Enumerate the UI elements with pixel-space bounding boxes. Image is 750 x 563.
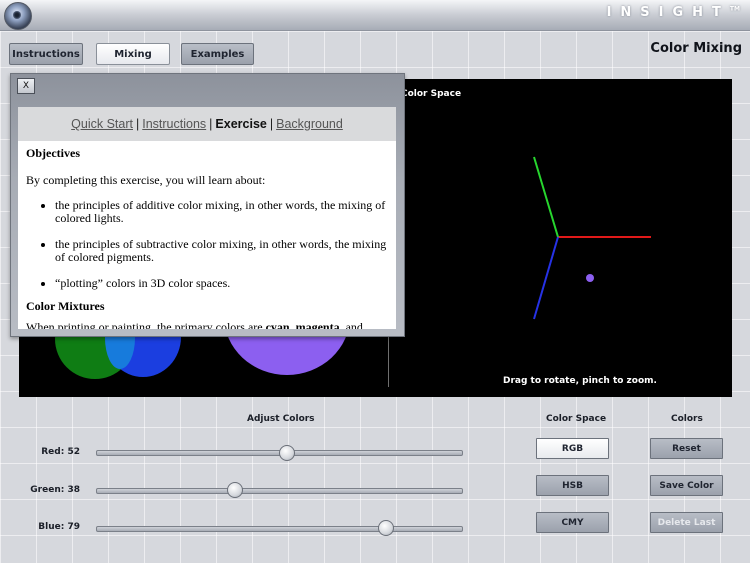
rgb-button[interactable]: RGB — [536, 438, 609, 459]
green-value: 38 — [67, 485, 80, 495]
link-exercise: Exercise — [215, 117, 267, 131]
brand-text: INSIGHT — [606, 5, 730, 20]
link-separator: | — [136, 117, 140, 131]
link-background[interactable]: Background — [276, 117, 343, 131]
link-quick-start[interactable]: Quick Start — [71, 117, 133, 131]
blue-slider-track[interactable] — [96, 526, 463, 532]
para-text: , and — [339, 320, 363, 329]
reset-button[interactable]: Reset — [650, 438, 723, 459]
green-slider-label: Green: 38 — [0, 485, 80, 495]
instructions-panel: X Quick Start | Instructions | Exercise … — [10, 73, 405, 337]
link-separator: | — [269, 117, 274, 131]
color-space-section-label: Color Space — [546, 414, 607, 424]
red-slider-thumb[interactable] — [278, 445, 295, 461]
blue-axis — [533, 236, 559, 320]
colors-section-label: Colors — [671, 414, 703, 424]
objectives-intro: By completing this exercise, you will le… — [26, 173, 266, 187]
top-bar: INSIGHTTM — [0, 0, 750, 31]
brand-logo: INSIGHTTM — [607, 5, 740, 20]
save-color-button[interactable]: Save Color — [650, 475, 723, 496]
adjust-colors-label: Adjust Colors — [247, 414, 315, 424]
tab-instructions[interactable]: Instructions — [9, 43, 83, 65]
list-item: the principles of additive color mixing,… — [55, 199, 388, 225]
green-slider-track[interactable] — [96, 488, 463, 494]
page-title: Color Mixing — [650, 41, 742, 56]
panel-content[interactable]: Objectives By completing this exercise, … — [18, 141, 396, 329]
green-axis — [533, 156, 559, 238]
blue-value: 79 — [67, 522, 80, 532]
red-slider-label: Red: 52 — [0, 447, 80, 457]
para-cyan: cyan — [265, 320, 290, 329]
red-label: Red: — [41, 447, 65, 457]
objectives-list: the principles of additive color mixing,… — [26, 199, 388, 290]
list-item: “plotting” colors in 3D color spaces. — [55, 277, 388, 290]
color-mixtures-heading: Color Mixtures — [26, 299, 105, 313]
red-value: 52 — [67, 447, 80, 457]
trademark: TM — [729, 5, 740, 13]
para-text: When printing or painting, the primary c… — [26, 320, 266, 329]
tab-mixing[interactable]: Mixing — [96, 43, 170, 65]
tab-examples[interactable]: Examples — [181, 43, 254, 65]
link-instructions[interactable]: Instructions — [142, 117, 206, 131]
color-point[interactable] — [586, 274, 594, 282]
blue-label: Blue: — [38, 522, 65, 532]
green-label: Green: — [30, 485, 65, 495]
cmy-button[interactable]: CMY — [536, 512, 609, 533]
objectives-heading: Objectives — [26, 146, 80, 160]
link-separator: | — [209, 117, 213, 131]
blue-slider-label: Blue: 79 — [0, 522, 80, 532]
blue-slider-thumb[interactable] — [377, 520, 394, 536]
para-magenta: magenta — [295, 320, 340, 329]
list-item: the principles of subtractive color mixi… — [55, 238, 388, 264]
delete-last-button[interactable]: Delete Last — [650, 512, 723, 533]
color-mixtures-paragraph: When printing or painting, the primary c… — [26, 320, 388, 329]
app-logo-icon[interactable] — [4, 2, 32, 30]
close-panel-button[interactable]: X — [17, 78, 35, 94]
hsb-button[interactable]: HSB — [536, 475, 609, 496]
panel-link-bar: Quick Start | Instructions | Exercise | … — [18, 107, 396, 141]
interaction-hint: Drag to rotate, pinch to zoom. — [503, 376, 657, 386]
